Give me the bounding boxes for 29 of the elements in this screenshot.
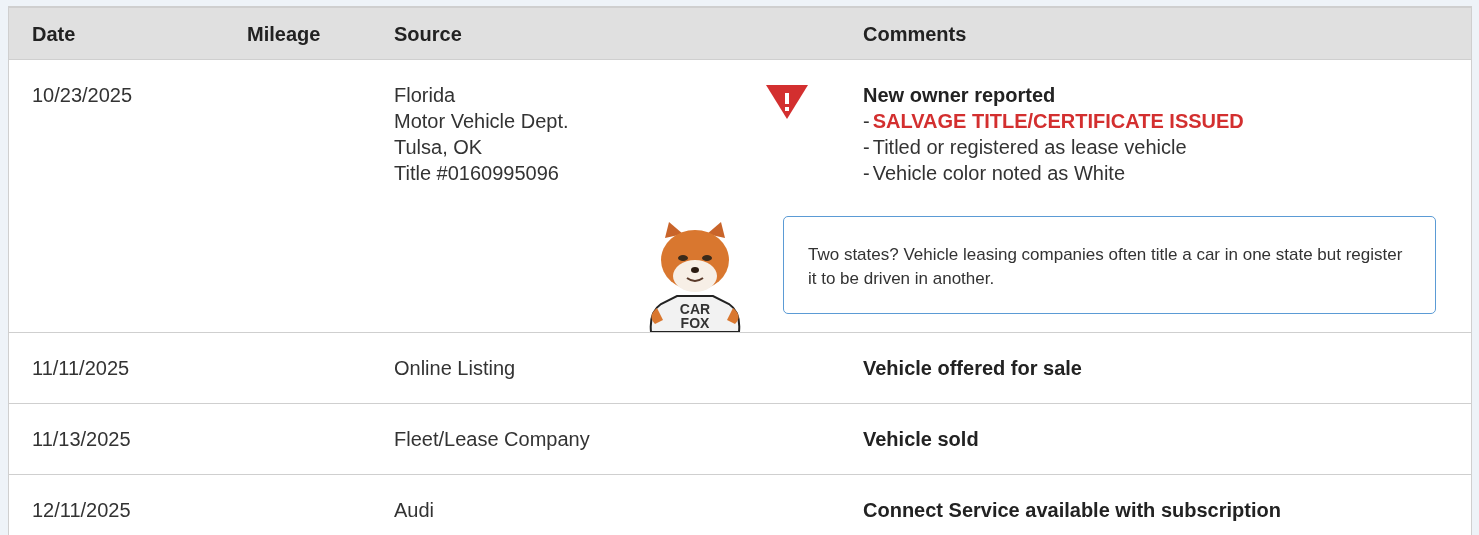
bullet-dash: - [863,109,870,134]
source-line: Florida [394,83,457,108]
comment-headline: New owner reported [863,83,1057,108]
date-cell-text: 11/13/2025 [31,427,132,452]
source-line: Audi [394,498,436,523]
column-header: Date [31,21,77,47]
shirt-text: FOX [680,315,710,331]
shirt-text: CAR [679,301,711,317]
date-cell-text: 10/23/2025 [31,83,134,108]
comment-text: Titled or registered as lease vehicle [872,135,1187,160]
source-line: Tulsa, OK [394,135,484,160]
column-header: Comments [862,21,968,47]
source-line: Title #0160995096 [394,161,560,186]
comment-headline: Vehicle offered for sale [863,356,1083,381]
warning-icon [766,85,808,119]
comment-headline: Connect Service available with subscription [863,498,1282,523]
bullet-dash: - [863,161,870,186]
comment-text: Vehicle color noted as White [872,161,1126,186]
date-cell-text: 12/11/2025 [31,498,132,523]
source-line: Online Listing [394,356,517,381]
column-header: Source [393,21,463,47]
alert-comment: SALVAGE TITLE/CERTIFICATE ISSUED [872,109,1244,134]
comment-headline: Vehicle sold [863,427,980,452]
bullet-dash: - [863,135,870,160]
date-cell-text: 11/11/2025 [31,356,131,381]
source-line: Motor Vehicle Dept. [394,109,570,134]
tip-text: Two states? Vehicle leasing companies often title a car in one state but register it to be driven in another. [808,245,1403,288]
column-header: Mileage [246,21,322,47]
source-line: Fleet/Lease Company [394,427,591,452]
